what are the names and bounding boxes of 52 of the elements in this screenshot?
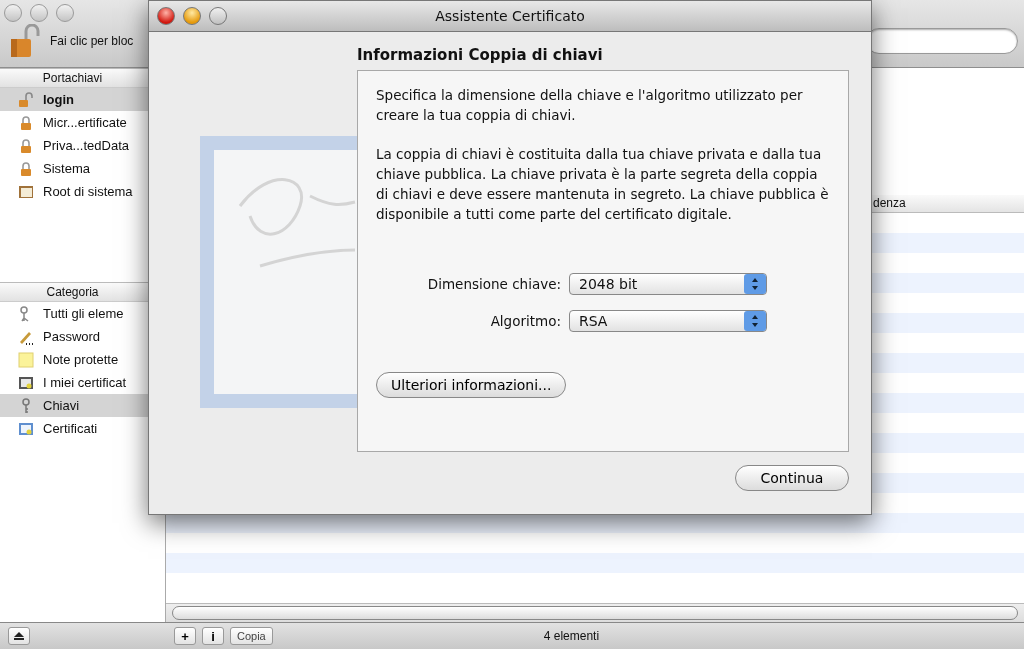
- keychain-item[interactable]: Sistema: [0, 157, 165, 180]
- panel-toggle-button[interactable]: [8, 627, 30, 645]
- continue-button[interactable]: Continua: [735, 465, 849, 491]
- horizontal-scrollbar[interactable]: [166, 603, 1024, 622]
- certificate-icon: [18, 420, 34, 437]
- window-title: Assistente Certificato: [435, 8, 585, 24]
- item-count: 4 elementi: [543, 629, 600, 643]
- table-row[interactable]: [872, 473, 1024, 493]
- certificate-icon: [18, 374, 34, 391]
- field-label: Dimensione chiave:: [426, 276, 561, 292]
- padlock-icon: [18, 160, 34, 177]
- table-row[interactable]: [872, 393, 1024, 413]
- category-item[interactable]: Tutti gli eleme: [0, 302, 165, 325]
- close-button[interactable]: [157, 7, 175, 25]
- stepper-arrows-icon: [744, 311, 766, 331]
- minimize-button[interactable]: [30, 4, 48, 22]
- toolbar-button[interactable]: +: [174, 627, 196, 645]
- note-icon: [18, 351, 34, 368]
- category-item[interactable]: Note protette: [0, 348, 165, 371]
- lock-label[interactable]: Fai clic per bloc: [50, 34, 134, 48]
- toolbar-button[interactable]: i: [202, 627, 224, 645]
- close-button[interactable]: [4, 4, 22, 22]
- description-text: La coppia di chiavi è costituita dalla tua chiave privata e dalla tua chiave pubblica. La chiave privata è la parte segreta della coppia di chiavi e deve essere mantenuta in segreto. La chiave pubblica è disponibile a tutti come parte del certificato digitale.: [376, 145, 830, 224]
- category-item[interactable]: Certificati: [0, 417, 165, 440]
- popup-menu[interactable]: RSA: [569, 310, 767, 332]
- table-row[interactable]: [872, 313, 1024, 333]
- section-heading: Informazioni Coppia di chiavi: [357, 46, 604, 64]
- table-row[interactable]: [872, 233, 1024, 253]
- table-row[interactable]: [872, 433, 1024, 453]
- certificate-folder-icon: [18, 183, 34, 200]
- padlock-icon: [18, 114, 34, 131]
- zoom-button[interactable]: [209, 7, 227, 25]
- keychain-item[interactable]: Root di sistema: [0, 180, 165, 203]
- eject-icon: [13, 631, 25, 641]
- table-row[interactable]: [872, 353, 1024, 373]
- table-row[interactable]: [166, 513, 1024, 533]
- padlock-icon: [18, 137, 34, 154]
- table-row[interactable]: [872, 273, 1024, 293]
- description-text: Specifica la dimensione della chiave e l'algoritmo utilizzato per creare la tua coppia di chiavi.: [376, 86, 804, 125]
- keychain-item[interactable]: Priva...tedData: [0, 134, 165, 157]
- open-padlock-icon: [18, 91, 34, 108]
- stepper-arrows-icon: [744, 274, 766, 294]
- zoom-button[interactable]: [56, 4, 74, 22]
- field-label: Algoritmo:: [489, 313, 561, 329]
- more-info-button[interactable]: Ulteriori informazioni...: [376, 372, 567, 398]
- open-padlock-icon[interactable]: [10, 24, 40, 58]
- toolbar-button[interactable]: Copia: [230, 627, 273, 645]
- minimize-button[interactable]: [183, 7, 201, 25]
- category-item[interactable]: Password: [0, 325, 165, 348]
- category-item[interactable]: I miei certificat: [0, 371, 165, 394]
- keychain-item[interactable]: Micr...ertificate: [0, 111, 165, 134]
- popup-menu[interactable]: 2048 bit: [569, 273, 767, 295]
